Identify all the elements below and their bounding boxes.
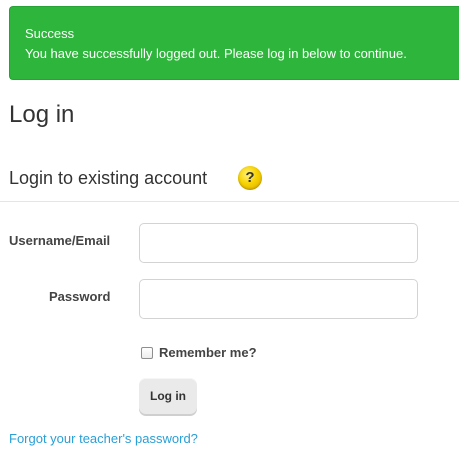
page-title: Log in	[9, 101, 75, 128]
success-alert: Success You have successfully logged out…	[9, 6, 459, 80]
question-icon[interactable]: ?	[238, 166, 262, 190]
section-divider	[0, 201, 459, 202]
username-input[interactable]	[139, 223, 418, 263]
remember-me-checkbox[interactable]	[141, 346, 153, 359]
username-label: Username/Email	[9, 233, 111, 248]
password-label: Password	[49, 289, 111, 304]
question-glyph: ?	[245, 169, 255, 186]
alert-message: You have successfully logged out. Please…	[25, 46, 407, 61]
login-section-heading: Login to existing account	[9, 168, 208, 188]
forgot-password-link[interactable]: Forgot your teacher's password?	[9, 431, 198, 446]
remember-me-row[interactable]: Remember me?	[141, 345, 257, 360]
login-button[interactable]: Log in	[139, 378, 197, 414]
alert-title: Success	[25, 26, 75, 41]
remember-me-label: Remember me?	[159, 345, 257, 360]
password-input[interactable]	[139, 279, 418, 319]
